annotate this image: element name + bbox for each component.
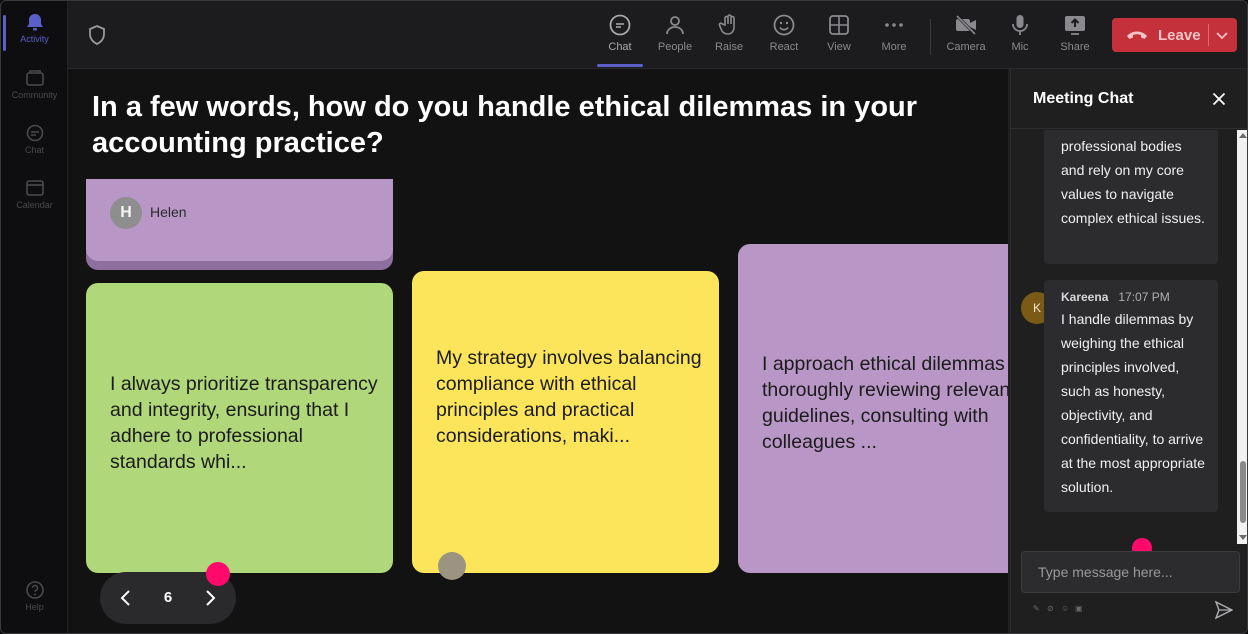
toolbar-item-label: Share <box>1060 41 1090 53</box>
rail-item-activity[interactable]: Activity <box>1 7 68 59</box>
react-icon <box>773 14 795 36</box>
chat-message: Kareena 17:07 PM I handle dilemmas by we… <box>1044 280 1218 512</box>
chat-title: Meeting Chat <box>1033 90 1134 107</box>
attach-icon[interactable]: ⊘ <box>1047 605 1055 613</box>
toolbar-more-button[interactable]: More <box>869 9 919 65</box>
avatar <box>438 552 466 580</box>
chat-message-input-box <box>1021 551 1240 593</box>
help-icon <box>25 581 44 599</box>
board-question: In a few words, how do you handle ethica… <box>92 91 918 159</box>
send-icon[interactable] <box>1215 601 1233 619</box>
hang-up-icon <box>1127 31 1147 39</box>
calendar-icon <box>25 180 44 196</box>
toolbar-item-label: Chat <box>608 41 632 53</box>
camera-off-icon <box>955 14 977 36</box>
chevron-down-icon[interactable] <box>1215 30 1229 40</box>
chat-message-input[interactable] <box>1022 552 1239 592</box>
toolbar-share-button[interactable]: Share <box>1050 9 1100 65</box>
avatar: H <box>110 197 142 229</box>
toolbar-mic-button[interactable]: Mic <box>995 9 1045 65</box>
leave-button[interactable]: Leave <box>1112 18 1237 52</box>
scroll-thumb[interactable] <box>1240 461 1246 523</box>
toolbar-react-button[interactable]: React <box>759 9 809 65</box>
card-text: I always prioritize transparency and int… <box>110 373 378 473</box>
board-area: In a few words, how do you handle ethica… <box>68 69 1008 633</box>
shield-icon[interactable] <box>88 25 106 45</box>
gif-icon[interactable]: ▣ <box>1075 605 1083 613</box>
chat-header: Meeting Chat <box>1011 69 1247 129</box>
toolbar-raise-button[interactable]: Raise <box>704 9 754 65</box>
toolbar-item-label: View <box>827 41 851 53</box>
rail-item-label: Chat <box>24 145 44 155</box>
share-icon <box>1065 16 1085 35</box>
format-toolbar: ✎ ⊘ ☺ ▣ <box>1033 605 1083 613</box>
card-text: I approach ethical dilemmas by thoroughl… <box>762 353 1008 453</box>
leave-label: Leave <box>1158 26 1201 44</box>
people-icon <box>666 16 684 35</box>
toolbar-item-label: More <box>881 41 907 53</box>
chat-message-text: I handle dilemmas by weighing the ethica… <box>1061 311 1205 495</box>
close-icon[interactable] <box>1212 92 1226 106</box>
meeting-toolbar: Chat People Raise React View More Camera <box>68 1 1247 69</box>
more-icon <box>885 23 903 27</box>
toolbar-item-label: React <box>769 41 799 53</box>
chat-messages[interactable]: professional bodies and rely on my core … <box>1011 130 1237 544</box>
chevron-right-icon[interactable] <box>200 588 220 608</box>
toolbar-item-label: Raise <box>714 41 744 53</box>
rail-item-label: Community <box>11 90 58 100</box>
chat-message: professional bodies and rely on my core … <box>1044 130 1218 264</box>
meeting-chat-panel: Meeting Chat professional bodies and rel… <box>1010 69 1247 633</box>
rail-item-help[interactable]: Help <box>1 575 68 627</box>
toolbar-divider <box>930 19 931 55</box>
mic-icon <box>1012 15 1028 35</box>
toolbar-chat-button[interactable]: Chat <box>595 9 645 67</box>
meeting-window: Activity Community Chat Calendar Help Ch… <box>0 0 1248 634</box>
rail-item-community[interactable]: Community <box>1 63 68 115</box>
chat-message-time: 17:07 PM <box>1118 290 1170 304</box>
toolbar-item-label: Camera <box>946 41 986 53</box>
emoji-icon[interactable]: ☺ <box>1061 605 1069 613</box>
pointer-marker <box>206 562 230 586</box>
scroll-up-arrow[interactable] <box>1239 133 1247 138</box>
chevron-left-icon[interactable] <box>116 588 136 608</box>
leave-divider <box>1208 24 1209 46</box>
response-card[interactable]: I approach ethical dilemmas by thoroughl… <box>738 244 1008 573</box>
rail-item-label: Calendar <box>16 200 53 210</box>
chat-message-meta: Kareena 17:07 PM <box>1061 289 1208 305</box>
card-author-name: Helen <box>150 204 187 220</box>
rail-item-calendar[interactable]: Calendar <box>1 173 68 225</box>
chat-message-author: Kareena <box>1061 290 1109 304</box>
scroll-down-arrow[interactable] <box>1239 535 1247 540</box>
view-icon <box>829 15 849 35</box>
toolbar-people-button[interactable]: People <box>650 9 700 65</box>
response-card[interactable]: My strategy involves balancing complianc… <box>412 271 719 580</box>
community-icon <box>25 70 44 86</box>
response-card[interactable]: I always prioritize transparency and int… <box>86 283 393 573</box>
chat-icon <box>26 124 43 142</box>
toolbar-item-label: People <box>657 41 693 53</box>
rail-item-label: Help <box>25 602 44 612</box>
card-text: My strategy involves balancing complianc… <box>436 347 702 447</box>
chat-message-text: professional bodies and rely on my core … <box>1061 138 1205 226</box>
toolbar-item-label: Mic <box>1011 41 1029 53</box>
chat-scrollbar[interactable] <box>1237 130 1247 544</box>
app-rail: Activity Community Chat Calendar Help <box>1 1 68 633</box>
chat-icon <box>609 14 631 36</box>
response-card[interactable]: H Helen <box>86 179 393 261</box>
page-number: 6 <box>163 589 173 606</box>
rail-item-chat[interactable]: Chat <box>1 118 68 170</box>
rail-item-label: Activity <box>20 34 49 44</box>
raise-hand-icon <box>718 14 735 35</box>
toolbar-view-button[interactable]: View <box>814 9 864 65</box>
format-icon[interactable]: ✎ <box>1033 605 1041 613</box>
toolbar-camera-button[interactable]: Camera <box>941 9 991 65</box>
bell-icon <box>26 14 43 31</box>
